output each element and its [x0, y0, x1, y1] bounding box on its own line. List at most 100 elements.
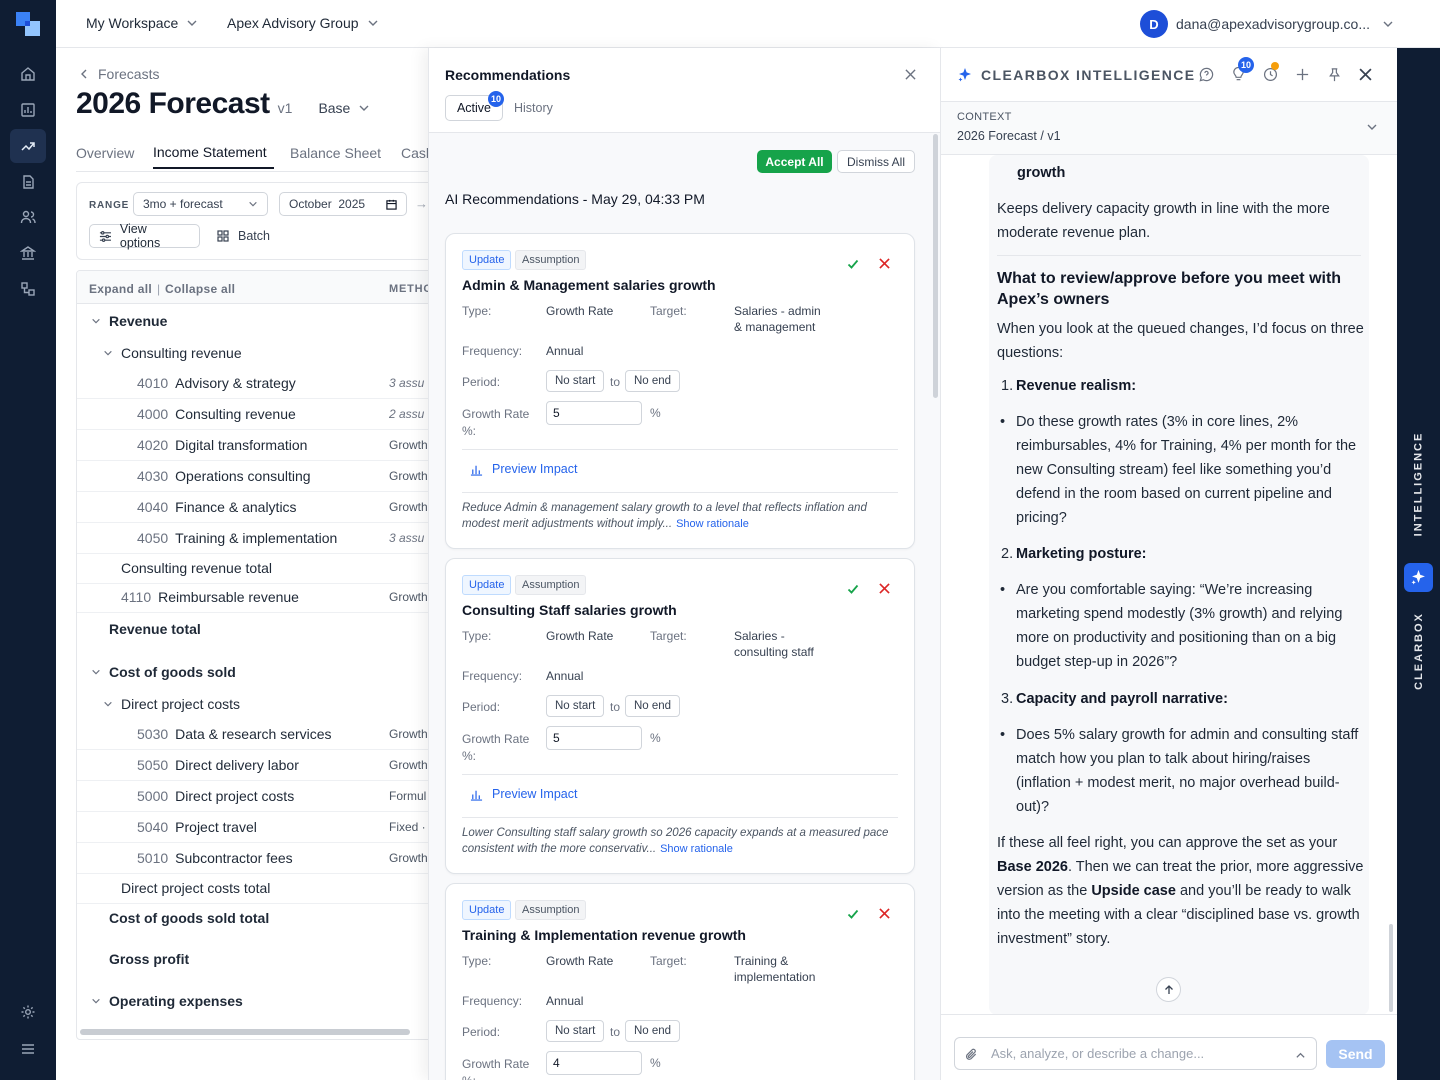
tab-balance-sheet[interactable]: Balance Sheet	[290, 145, 381, 161]
reports-icon[interactable]	[10, 93, 46, 127]
tab-cash[interactable]: Cash	[401, 145, 430, 161]
user-menu[interactable]: D dana@apexadvisorygroup.co...	[1140, 10, 1394, 38]
table-row[interactable]: Gross profit	[77, 943, 430, 974]
horizontal-scrollbar[interactable]	[80, 1029, 410, 1035]
forecast-icon[interactable]	[10, 129, 46, 163]
menu-icon[interactable]	[10, 1032, 46, 1066]
period-end[interactable]: No end	[625, 695, 681, 717]
reject-x-icon[interactable]	[879, 908, 890, 919]
view-options-button[interactable]: View options	[89, 222, 200, 250]
table-row[interactable]: 4110 Reimbursable revenue Growth	[77, 582, 430, 613]
pin-icon[interactable]	[1327, 67, 1342, 82]
period-end[interactable]: No end	[625, 1020, 681, 1042]
help-chat-icon[interactable]	[1199, 67, 1214, 82]
table-row[interactable]: 4050 Training & implementation 3 assu	[77, 523, 430, 554]
table-row[interactable]: 5030 Data & research services Growth	[77, 719, 430, 750]
period-start[interactable]: No start	[546, 1020, 605, 1042]
table-row[interactable]: 4020 Digital transformation Growth	[77, 430, 430, 461]
method-value[interactable]: 3 assu	[389, 376, 424, 390]
period-end[interactable]: No end	[625, 370, 681, 392]
company-dropdown[interactable]: Apex Advisory Group	[227, 15, 379, 31]
plus-icon[interactable]	[1295, 67, 1310, 82]
people-icon[interactable]	[10, 200, 46, 234]
method-value[interactable]: Growth	[389, 590, 428, 604]
tab-income-statement[interactable]: Income Statement	[153, 144, 267, 160]
accept-check-icon[interactable]	[847, 258, 859, 270]
method-value[interactable]: Growth	[389, 727, 428, 741]
chevron-down-icon[interactable]	[103, 348, 113, 358]
growth-rate-input[interactable]: 5	[546, 401, 642, 425]
show-rationale-link[interactable]: Show rationale	[676, 518, 749, 530]
scroll-up-button[interactable]	[1156, 977, 1181, 1002]
collapse-all-link[interactable]: Collapse all	[165, 282, 235, 296]
breadcrumb[interactable]: Forecasts	[78, 66, 159, 82]
table-row[interactable]: 5010 Subcontractor fees Growth	[77, 843, 430, 874]
method-value[interactable]: Fixed ·	[389, 820, 426, 834]
range-select[interactable]: 3mo + forecast	[133, 192, 268, 216]
close-icon[interactable]	[1359, 68, 1372, 81]
workspace-dropdown[interactable]: My Workspace	[86, 15, 198, 31]
table-row[interactable]: 4040 Finance & analytics Growth	[77, 492, 430, 523]
batch-button[interactable]: Batch	[217, 229, 270, 243]
chevron-down-icon[interactable]	[103, 699, 113, 709]
period-start[interactable]: No start	[546, 695, 605, 717]
table-row[interactable]: 4030 Operations consulting Growth	[77, 461, 430, 492]
table-row[interactable]: Revenue total	[77, 613, 430, 644]
chevron-up-icon[interactable]	[1295, 1050, 1306, 1061]
tab-overview[interactable]: Overview	[76, 145, 134, 161]
table-row[interactable]: Operating expenses	[77, 985, 430, 1016]
breadcrumb-forecasts[interactable]: Forecasts	[98, 66, 159, 82]
recs-scrollbar[interactable]	[933, 134, 938, 398]
preview-impact-button[interactable]: Preview Impact	[470, 787, 577, 801]
home-icon[interactable]	[10, 57, 46, 91]
table-row[interactable]: Consulting revenue total	[77, 553, 430, 584]
settings-icon[interactable]	[10, 995, 46, 1029]
table-row[interactable]: 4010 Advisory & strategy 3 assu	[77, 368, 430, 399]
paperclip-icon[interactable]	[965, 1048, 978, 1061]
chat-input[interactable]: Ask, analyze, or describe a change...	[954, 1037, 1317, 1070]
accept-check-icon[interactable]	[847, 583, 859, 595]
method-value[interactable]: Growth	[389, 758, 428, 772]
table-row[interactable]: Direct project costs	[77, 688, 430, 719]
table-row[interactable]: Revenue	[77, 305, 430, 336]
scenario-dropdown[interactable]: Base	[318, 100, 370, 116]
dismiss-all-button[interactable]: Dismiss All	[837, 150, 915, 173]
table-row[interactable]: 5000 Direct project costs Formul	[77, 781, 430, 812]
chevron-down-icon[interactable]	[91, 667, 101, 677]
method-value[interactable]: 2 assu	[389, 407, 424, 421]
app-logo-icon[interactable]	[16, 12, 40, 36]
close-icon[interactable]	[905, 69, 916, 80]
reject-x-icon[interactable]	[879, 583, 890, 594]
document-icon[interactable]	[10, 165, 46, 199]
table-row[interactable]: Cost of goods sold	[77, 656, 430, 687]
method-value[interactable]: Formul	[389, 789, 426, 803]
method-value[interactable]: Growth	[389, 851, 428, 865]
clearbox-toggle-button[interactable]	[1404, 563, 1433, 592]
accept-all-button[interactable]: Accept All	[757, 150, 832, 173]
context-bar[interactable]: CONTEXT 2026 Forecast / v1	[941, 102, 1397, 155]
table-row[interactable]: Direct project costs total	[77, 873, 430, 904]
bank-icon[interactable]	[10, 236, 46, 270]
chevron-down-icon[interactable]	[91, 996, 101, 1006]
table-row[interactable]: 5040 Project travel Fixed ·	[77, 812, 430, 843]
method-value[interactable]: Growth	[389, 500, 428, 514]
method-value[interactable]: Growth	[389, 438, 428, 452]
growth-rate-input[interactable]: 4	[546, 1051, 642, 1075]
preview-impact-button[interactable]: Preview Impact	[470, 462, 577, 476]
table-row[interactable]: 5050 Direct delivery labor Growth	[77, 750, 430, 781]
reject-x-icon[interactable]	[879, 258, 890, 269]
chat-scrollbar[interactable]	[1389, 924, 1393, 1012]
integrations-icon[interactable]	[10, 272, 46, 306]
send-button[interactable]: Send	[1326, 1040, 1385, 1068]
date-input[interactable]: October 2025	[279, 192, 407, 216]
table-row[interactable]: 4000 Consulting revenue 2 assu	[77, 399, 430, 430]
table-row[interactable]: Cost of goods sold total	[77, 902, 430, 933]
table-row[interactable]: Consulting revenue	[77, 337, 430, 368]
period-start[interactable]: No start	[546, 370, 605, 392]
growth-rate-input[interactable]: 5	[546, 726, 642, 750]
method-value[interactable]: 3 assu	[389, 531, 424, 545]
chevron-down-icon[interactable]	[1366, 121, 1378, 133]
tab-history[interactable]: History	[514, 101, 553, 115]
chevron-down-icon[interactable]	[91, 316, 101, 326]
expand-all-link[interactable]: Expand all	[89, 282, 152, 296]
